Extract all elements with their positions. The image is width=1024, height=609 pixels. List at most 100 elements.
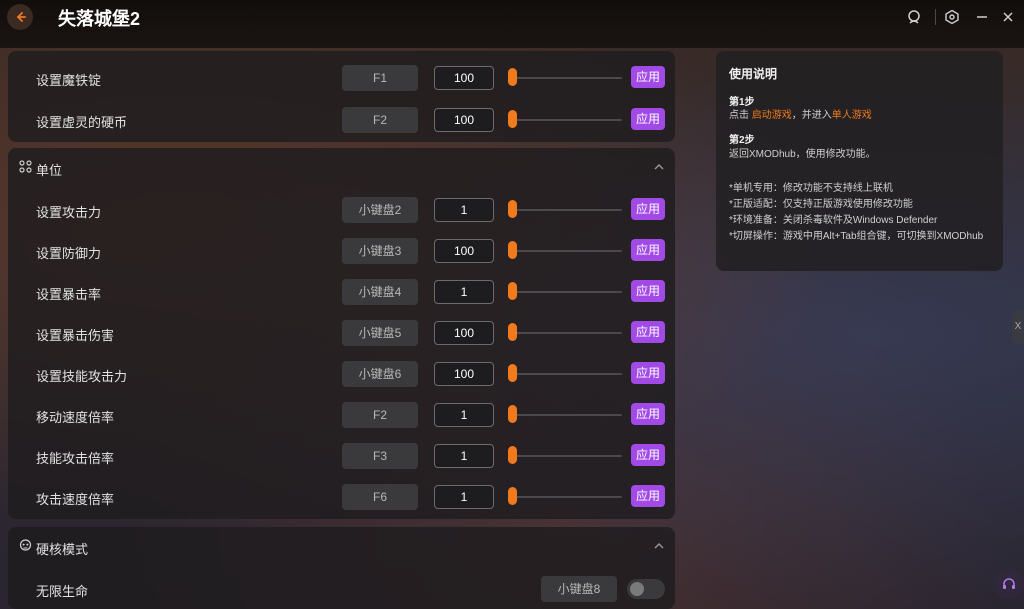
step2-text: 返回XMODhub，使用修改功能。 [729,149,876,160]
apply-button[interactable]: 应用 [631,444,665,466]
setting-row: 技能攻击倍率 F3 应用 [8,439,675,473]
apply-button[interactable]: 应用 [631,108,665,130]
hotkey-badge[interactable]: 小键盘5 [342,320,418,346]
step1-prefix: 点击 [729,110,749,121]
close-button[interactable] [999,8,1017,26]
setting-row: 设置暴击率 小键盘4 应用 [8,275,675,309]
hotkey-badge[interactable]: F3 [342,443,418,469]
setting-label: 攻击速度倍率 [36,492,115,507]
app-title: 失落城堡2 [58,9,141,29]
slider-thumb[interactable] [508,282,517,300]
unit-panel: 单位 设置攻击力 小键盘2 应用 设置防御力 小键盘3 应用 设置暴击率 小键盘… [8,148,675,519]
section-header[interactable]: 硬核模式 [8,527,675,565]
setting-label: 设置暴击率 [36,287,102,302]
value-input[interactable] [434,403,494,427]
minimize-button[interactable] [973,8,991,26]
note-line: *单机专用：修改功能不支持线上联机 [729,183,893,194]
value-input[interactable] [434,66,494,90]
apply-button[interactable]: 应用 [631,66,665,88]
slider-track[interactable] [510,496,622,498]
help-button[interactable] [994,569,1024,599]
setting-row: 设置虚灵的硬币 F2 应用 [8,103,675,137]
user-button[interactable] [905,8,923,26]
hotkey-badge[interactable]: F6 [342,484,418,510]
apply-button[interactable]: 应用 [631,239,665,261]
value-input[interactable] [434,239,494,263]
slider-thumb[interactable] [508,68,517,86]
slider-track[interactable] [510,250,622,252]
step1-text: 点击 启动游戏，并进入单人游戏 [729,106,872,121]
slider-track[interactable] [510,455,622,457]
resources-panel: 设置魔铁锭 F1 应用 设置虚灵的硬币 F2 应用 [8,51,675,142]
hotkey-badge[interactable]: 小键盘4 [342,279,418,305]
setting-row: 攻击速度倍率 F6 应用 [8,480,675,514]
slider-thumb[interactable] [508,200,517,218]
chevron-up-icon[interactable] [653,540,665,552]
instructions-panel: 使用说明 第1步 点击 启动游戏，并进入单人游戏 第2步 返回XMODhub，使… [716,51,1003,271]
hotkey-badge[interactable]: 小键盘8 [541,576,617,602]
close-icon [1003,12,1013,22]
slider-thumb[interactable] [508,446,517,464]
value-input[interactable] [434,198,494,222]
setting-label: 设置技能攻击力 [36,369,128,384]
value-input[interactable] [434,444,494,468]
setting-label: 设置暴击伤害 [36,328,115,343]
apply-button[interactable]: 应用 [631,321,665,343]
setting-label: 技能攻击倍率 [36,451,115,466]
hotkey-badge[interactable]: 小键盘2 [342,197,418,223]
value-input[interactable] [434,362,494,386]
slider-thumb[interactable] [508,241,517,259]
slider-track[interactable] [510,209,622,211]
apply-button[interactable]: 应用 [631,280,665,302]
slider-track[interactable] [510,77,622,79]
single-player-link[interactable]: 单人游戏 [832,110,872,121]
slider-thumb[interactable] [508,110,517,128]
note-line: *环境准备：关闭杀毒软件及Windows Defender [729,215,938,226]
slider-track[interactable] [510,119,622,121]
unit-icon [19,160,32,173]
apply-button[interactable]: 应用 [631,403,665,425]
chevron-up-icon[interactable] [653,161,665,173]
slider-thumb[interactable] [508,364,517,382]
settings-button[interactable] [943,8,961,26]
setting-label: 无限生命 [36,584,89,599]
section-title: 单位 [36,163,63,178]
divider [935,9,936,25]
slider-track[interactable] [510,332,622,334]
slider-track[interactable] [510,414,622,416]
setting-label: 设置防御力 [36,246,102,261]
back-button[interactable] [7,4,33,30]
value-input[interactable] [434,280,494,304]
slider-thumb[interactable] [508,487,517,505]
title-bar: 失落城堡2 [0,0,1024,48]
slider-thumb[interactable] [508,323,517,341]
apply-button[interactable]: 应用 [631,198,665,220]
instructions-title: 使用说明 [729,67,778,81]
note-line: *切屏操作：游戏中用Alt+Tab组合键，可切换到XMODhub [729,231,984,242]
slider-track[interactable] [510,291,622,293]
side-panel-tab[interactable]: X [1012,310,1024,344]
slider-thumb[interactable] [508,405,517,423]
section-header[interactable]: 单位 [8,148,675,186]
launch-game-link[interactable]: 启动游戏 [752,110,792,121]
slider-track[interactable] [510,373,622,375]
apply-button[interactable]: 应用 [631,362,665,384]
setting-row: 设置暴击伤害 小键盘5 应用 [8,316,675,350]
setting-row: 移动速度倍率 F2 应用 [8,398,675,432]
value-input[interactable] [434,321,494,345]
hotkey-badge[interactable]: F2 [342,402,418,428]
infinite-life-toggle[interactable] [627,579,665,599]
cube-settings-icon [945,9,959,25]
hotkey-badge[interactable]: F2 [342,107,418,133]
hotkey-badge[interactable]: 小键盘6 [342,361,418,387]
setting-label: 设置魔铁锭 [36,73,102,88]
hotkey-badge[interactable]: 小键盘3 [342,238,418,264]
hotkey-badge[interactable]: F1 [342,65,418,91]
note-line: *正版适配：仅支持正版游戏使用修改功能 [729,199,913,210]
value-input[interactable] [434,485,494,509]
value-input[interactable] [434,108,494,132]
setting-label: 移动速度倍率 [36,410,115,425]
apply-button[interactable]: 应用 [631,485,665,507]
setting-row: 设置魔铁锭 F1 应用 [8,61,675,95]
setting-label: 设置攻击力 [36,205,102,220]
